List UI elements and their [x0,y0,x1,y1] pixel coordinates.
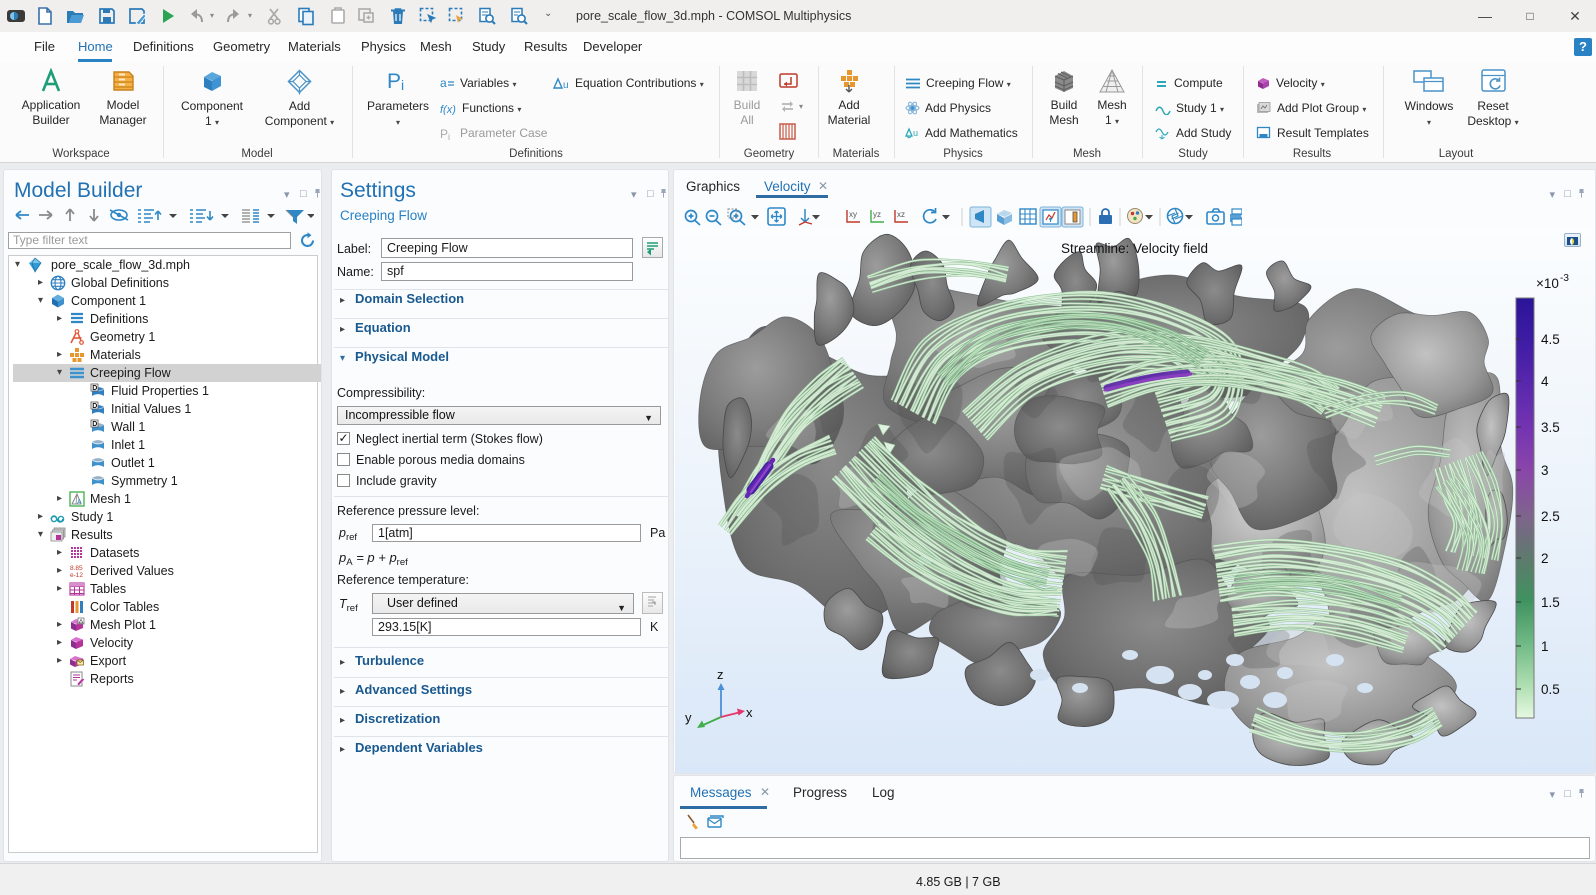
svg-text:4: 4 [1541,374,1549,389]
svg-text:xz: xz [897,210,905,219]
svg-text:z: z [717,667,724,682]
svg-text:i: i [401,77,404,93]
svg-text:a: a [440,77,447,90]
svg-text:2: 2 [1541,551,1549,566]
svg-text:2.5: 2.5 [1541,509,1560,524]
svg-text:1: 1 [1541,639,1549,654]
svg-text:f(x): f(x) [440,104,456,115]
svg-text:1.5: 1.5 [1541,595,1560,610]
svg-text:0.5: 0.5 [1541,682,1560,697]
svg-text:xy: xy [849,210,857,219]
svg-text:3.5: 3.5 [1541,420,1560,435]
svg-text:u: u [563,80,569,90]
svg-text:yz: yz [873,210,881,219]
svg-text:i: i [448,132,450,140]
svg-text:P: P [440,127,448,140]
svg-text:u: u [913,128,918,138]
svg-text:3: 3 [1541,463,1549,478]
svg-text:P: P [387,70,401,93]
svg-text:×10: ×10 [1536,276,1559,291]
svg-text:y: y [685,710,692,725]
svg-text:x: x [746,705,753,720]
svg-text:-3: -3 [1560,273,1569,284]
svg-text:4.5: 4.5 [1541,332,1560,347]
